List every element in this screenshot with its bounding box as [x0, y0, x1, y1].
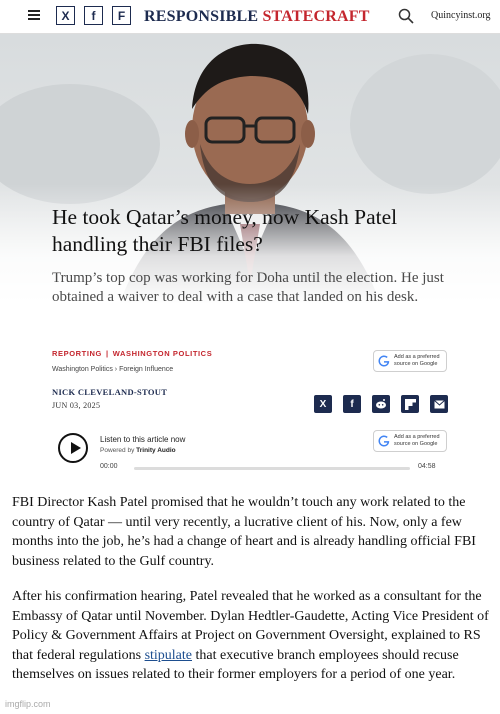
trinity-audio-link[interactable]: Trinity Audio — [136, 447, 175, 454]
reddit-icon — [376, 399, 386, 409]
article-subhead: Trump’s top cop was working for Doha unt… — [52, 270, 444, 305]
audio-player: Listen to this article now Powered by Tr… — [52, 425, 448, 481]
search-icon[interactable] — [398, 8, 414, 24]
play-button[interactable] — [58, 433, 88, 463]
top-bar: X f F RESPONSIBLE STATECRAFT Quincyinst.… — [0, 0, 500, 34]
article-date: JUN 03, 2025 — [52, 401, 101, 410]
menu-icon[interactable] — [28, 10, 40, 20]
article-headline: He took Qatar’s money, now Kash Patel ha… — [52, 205, 398, 256]
category-reporting[interactable]: REPORTING — [52, 349, 102, 358]
progress-track[interactable] — [134, 467, 410, 470]
breadcrumb: Washington Politics › Foreign Influence — [52, 366, 173, 373]
powered-by: Powered by Trinity Audio — [100, 447, 176, 454]
quincy-link[interactable]: Quincyinst.org — [431, 10, 491, 21]
site-logo[interactable]: RESPONSIBLE STATECRAFT — [144, 8, 370, 26]
google-button-label: Add as a preferred source on Google — [394, 354, 440, 367]
x-social-icon[interactable]: X — [56, 6, 75, 25]
category-line: REPORTING | WASHINGTON POLITICS — [52, 349, 213, 358]
flipboard-icon — [404, 398, 416, 410]
time-end: 04:58 — [418, 463, 436, 470]
time-start: 00:00 — [100, 463, 118, 470]
stipulate-link[interactable]: stipulate — [145, 648, 192, 663]
facebook-share-icon[interactable]: f — [343, 395, 361, 413]
body-paragraph-2: After his confirmation hearing, Patel re… — [12, 589, 489, 682]
email-icon — [433, 399, 445, 408]
body-paragraph-1: FBI Director Kash Patel promised that he… — [12, 495, 476, 569]
crumb-foreign-influence[interactable]: Foreign Influence — [119, 366, 173, 373]
google-preferred-source-button[interactable]: Add as a preferred source on Google — [373, 350, 447, 372]
facebook-social-icon[interactable]: f — [84, 6, 103, 25]
flipboard-share-icon[interactable] — [401, 395, 419, 413]
category-washington-politics[interactable]: WASHINGTON POLITICS — [113, 349, 213, 358]
listen-label: Listen to this article now — [100, 435, 186, 444]
flipboard-social-icon[interactable]: F — [112, 6, 131, 25]
crumb-washington-politics[interactable]: Washington Politics — [52, 366, 113, 373]
brand-part1: RESPONSIBLE — [144, 8, 259, 25]
article-author[interactable]: NICK CLEVELAND-STOUT — [52, 387, 167, 397]
email-share-icon[interactable] — [430, 395, 448, 413]
google-icon — [378, 355, 390, 367]
watermark: imgflip.com — [5, 699, 51, 709]
x-share-icon[interactable]: X — [314, 395, 332, 413]
brand-part2: STATECRAFT — [262, 8, 370, 25]
reddit-share-icon[interactable] — [372, 395, 390, 413]
